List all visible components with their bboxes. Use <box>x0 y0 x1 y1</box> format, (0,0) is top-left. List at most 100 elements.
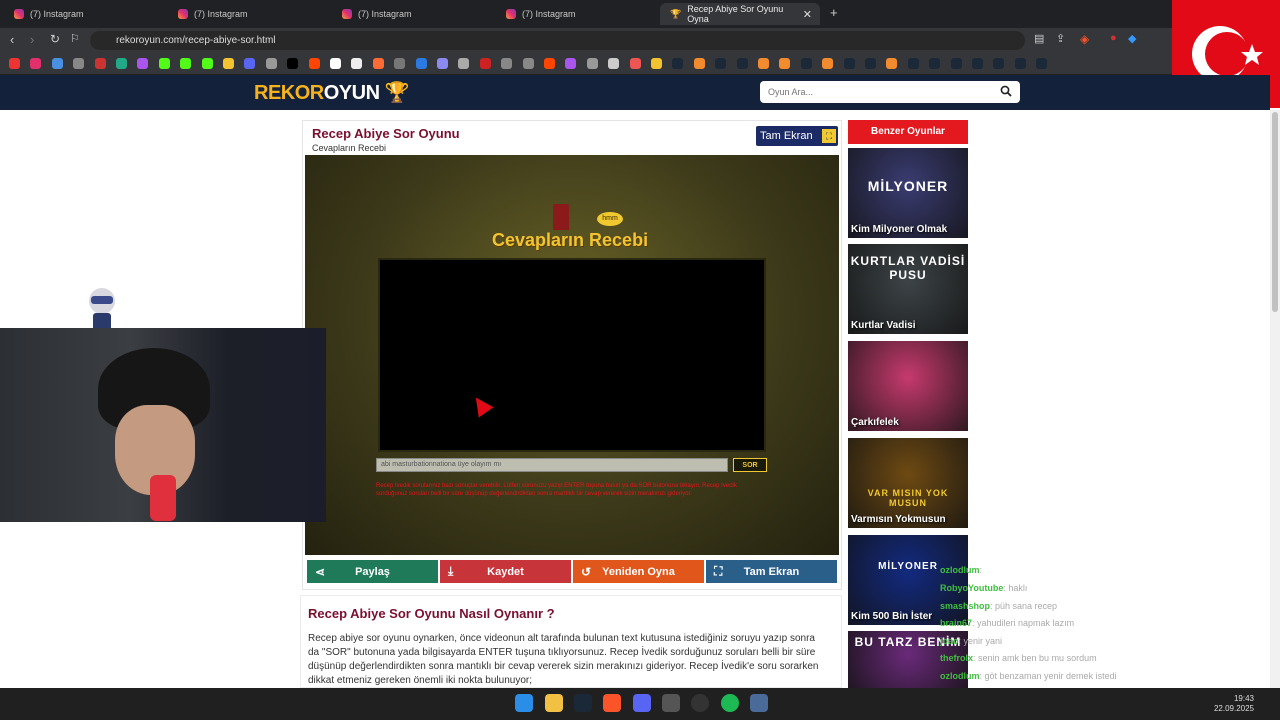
bookmark-icon[interactable] <box>800 58 812 69</box>
steam-icon[interactable] <box>574 694 592 712</box>
bookmark-icon[interactable] <box>1036 58 1048 69</box>
warning-text: Recep İvedik sorularınız bazı sonuçlar v… <box>376 483 737 497</box>
extension-icon[interactable]: ◆ <box>1128 32 1136 45</box>
app-icon[interactable] <box>750 694 768 712</box>
instagram-icon <box>506 9 516 19</box>
bookmark-icon[interactable] <box>886 58 898 69</box>
bookmark-icon[interactable] <box>950 58 962 69</box>
discord-icon[interactable] <box>633 694 651 712</box>
bookmark-icon[interactable] <box>458 58 470 69</box>
extension-icon[interactable]: ● <box>1110 32 1117 44</box>
game-card-kurtlar[interactable]: KURTLAR VADİSİ PUSU Kurtlar Vadisi <box>848 244 968 334</box>
bookmark-icon[interactable]: ⚐ <box>70 32 80 45</box>
bookmark-icon[interactable] <box>158 58 170 69</box>
reader-icon[interactable]: ▤ <box>1034 32 1044 45</box>
bookmark-icon[interactable] <box>758 58 769 69</box>
bookmark-icon[interactable] <box>372 58 384 69</box>
bookmark-icon[interactable] <box>993 58 1005 69</box>
fullscreen-button[interactable]: Tam Ekran ⛶ <box>756 126 838 146</box>
app-icon[interactable] <box>662 694 680 712</box>
bookmark-icon[interactable] <box>779 58 791 69</box>
bookmark-icon[interactable] <box>137 58 149 69</box>
game-subtitle: Cevapların Recebi <box>312 143 387 153</box>
bookmark-icon[interactable] <box>51 58 63 69</box>
bookmark-icon[interactable] <box>522 58 534 69</box>
bookmark-icon[interactable] <box>629 58 641 69</box>
bookmark-icon[interactable] <box>73 58 85 69</box>
game-card-carkifelek[interactable]: Çarkıfelek <box>848 341 968 431</box>
bookmark-icon[interactable] <box>116 58 127 69</box>
bookmark-icon[interactable] <box>501 58 513 69</box>
browser-tab[interactable]: (7) Instagram <box>496 3 656 25</box>
bookmark-icon[interactable] <box>843 58 855 69</box>
taskbar-clock[interactable]: 19:43 22.09.2025 <box>1210 694 1254 714</box>
bookmark-icon[interactable] <box>736 58 748 69</box>
bookmark-icon[interactable] <box>865 58 876 69</box>
share-button[interactable]: ⋖ Paylaş <box>307 560 438 583</box>
bookmark-icon[interactable] <box>415 58 427 69</box>
bookmark-icon[interactable] <box>544 58 555 69</box>
close-tab-icon[interactable]: ✕ <box>803 8 812 21</box>
bookmark-icon[interactable] <box>1014 58 1026 69</box>
browser-tab[interactable]: (7) Instagram <box>168 3 328 25</box>
browser-tab[interactable]: (7) Instagram <box>332 3 492 25</box>
brave-shield-icon[interactable]: ◈ <box>1080 32 1089 46</box>
bookmark-icon[interactable] <box>972 58 983 69</box>
site-logo[interactable]: REKOROYUN 🏆 <box>254 80 410 105</box>
chat-msg: : haklı <box>1003 583 1028 593</box>
browser-tab-active[interactable]: 🏆 Recep Abiye Sor Oyunu Oyna ✕ <box>660 3 820 25</box>
download-icon: ⤓ <box>448 564 454 578</box>
obs-icon[interactable] <box>691 694 709 712</box>
ask-button[interactable]: SOR <box>733 458 767 472</box>
brave-icon[interactable] <box>603 694 621 712</box>
bookmark-icon[interactable] <box>479 58 491 69</box>
bookmark-icon[interactable] <box>9 58 20 69</box>
scrollbar-thumb[interactable] <box>1272 112 1278 312</box>
bookmark-icon[interactable] <box>201 58 213 69</box>
bookmark-icon[interactable] <box>94 58 106 69</box>
bookmark-icon[interactable] <box>715 58 727 69</box>
forward-icon[interactable]: › <box>30 32 34 47</box>
share-icon[interactable]: ⇪ <box>1056 32 1065 45</box>
bookmark-icon[interactable] <box>351 58 363 69</box>
game-card-500bin[interactable]: MİLYONER Kim 500 Bin İster <box>848 535 968 625</box>
tab-label: (7) Instagram <box>358 9 412 19</box>
bookmark-icon[interactable] <box>287 58 299 69</box>
clock-date: 22.09.2025 <box>1213 704 1254 713</box>
replay-icon: ↺ <box>581 564 592 579</box>
game-card-milyoner[interactable]: MİLYONER Kim Milyoner Olmak <box>848 148 968 238</box>
save-button[interactable]: ⤓ Kaydet <box>440 560 571 583</box>
search-icon[interactable] <box>1000 85 1012 100</box>
explorer-icon[interactable] <box>545 694 563 712</box>
search-input[interactable] <box>760 81 1020 103</box>
game-card-varmisin[interactable]: VAR MISIN YOK MUSUN Varmısın Yokmusun <box>848 438 968 528</box>
replay-button[interactable]: ↺ Yeniden Oyna <box>573 560 704 583</box>
bookmark-icon[interactable] <box>929 58 941 69</box>
spotify-icon[interactable] <box>721 694 739 712</box>
bookmark-icon[interactable] <box>608 58 620 69</box>
bookmark-icon[interactable] <box>30 58 42 69</box>
bookmark-icon[interactable] <box>244 58 256 69</box>
bookmark-icon[interactable] <box>180 58 192 69</box>
bookmark-icon[interactable] <box>565 58 577 69</box>
bookmark-icon[interactable] <box>693 58 705 69</box>
bookmark-icon[interactable] <box>672 58 684 69</box>
bookmark-icon[interactable] <box>822 58 834 69</box>
bookmark-icon[interactable] <box>651 58 662 69</box>
question-input[interactable]: abi masturbationnationa üye olayım mı <box>376 458 728 472</box>
start-icon[interactable] <box>515 694 533 712</box>
new-tab-icon[interactable]: + <box>830 5 838 20</box>
fullscreen-action-button[interactable]: ⛶ Tam Ekran <box>706 560 837 583</box>
bookmark-icon[interactable] <box>308 58 320 69</box>
url-field[interactable]: rekoroyun.com/recep-abiye-sor.html <box>90 31 1025 50</box>
reload-icon[interactable]: ↻ <box>50 32 60 46</box>
bookmark-icon[interactable] <box>437 58 448 69</box>
bookmark-icon[interactable] <box>330 58 341 69</box>
bookmark-icon[interactable] <box>586 58 598 69</box>
bookmark-icon[interactable] <box>265 58 277 69</box>
bookmark-icon[interactable] <box>223 58 234 69</box>
browser-tab[interactable]: (7) Instagram <box>4 3 164 25</box>
bookmark-icon[interactable] <box>907 58 919 69</box>
back-icon[interactable]: ‹ <box>10 32 14 47</box>
bookmark-icon[interactable] <box>394 58 406 69</box>
